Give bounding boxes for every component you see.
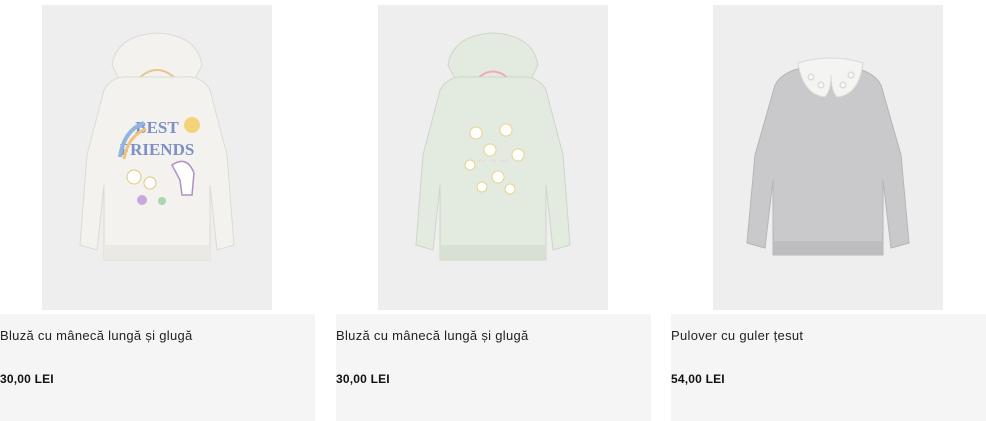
- product-title[interactable]: Bluză cu mânecă lungă și glugă: [336, 328, 529, 343]
- hoodie-icon: ~ ~ ~: [378, 5, 608, 310]
- product-card[interactable]: BEST FRIENDS Bluză cu mânecă lungă și gl…: [0, 0, 315, 421]
- product-image-area[interactable]: ~ ~ ~: [336, 0, 651, 314]
- svg-text:~ ~ ~: ~ ~ ~: [478, 154, 508, 169]
- product-price: 30,00 LEI: [0, 372, 54, 386]
- hoodie-icon: BEST FRIENDS: [42, 5, 272, 310]
- product-title[interactable]: Pulover cu guler țesut: [671, 328, 803, 343]
- product-card[interactable]: Pulover cu guler țesut 54,00 LEI: [671, 0, 986, 421]
- product-image[interactable]: ~ ~ ~: [378, 5, 608, 310]
- product-title[interactable]: Bluză cu mânecă lungă și glugă: [0, 328, 193, 343]
- product-image-area[interactable]: BEST FRIENDS: [0, 0, 315, 314]
- product-image[interactable]: BEST FRIENDS: [42, 5, 272, 310]
- product-price: 30,00 LEI: [336, 372, 390, 386]
- svg-text:BEST: BEST: [135, 118, 179, 137]
- product-grid: BEST FRIENDS Bluză cu mânecă lungă și gl…: [0, 0, 986, 421]
- sweater-icon: [713, 5, 943, 310]
- product-price: 54,00 LEI: [671, 372, 725, 386]
- product-image-area[interactable]: [671, 0, 986, 314]
- product-image[interactable]: [713, 5, 943, 310]
- product-card[interactable]: ~ ~ ~ Bluză cu mânecă lungă și glugă 30,…: [336, 0, 651, 421]
